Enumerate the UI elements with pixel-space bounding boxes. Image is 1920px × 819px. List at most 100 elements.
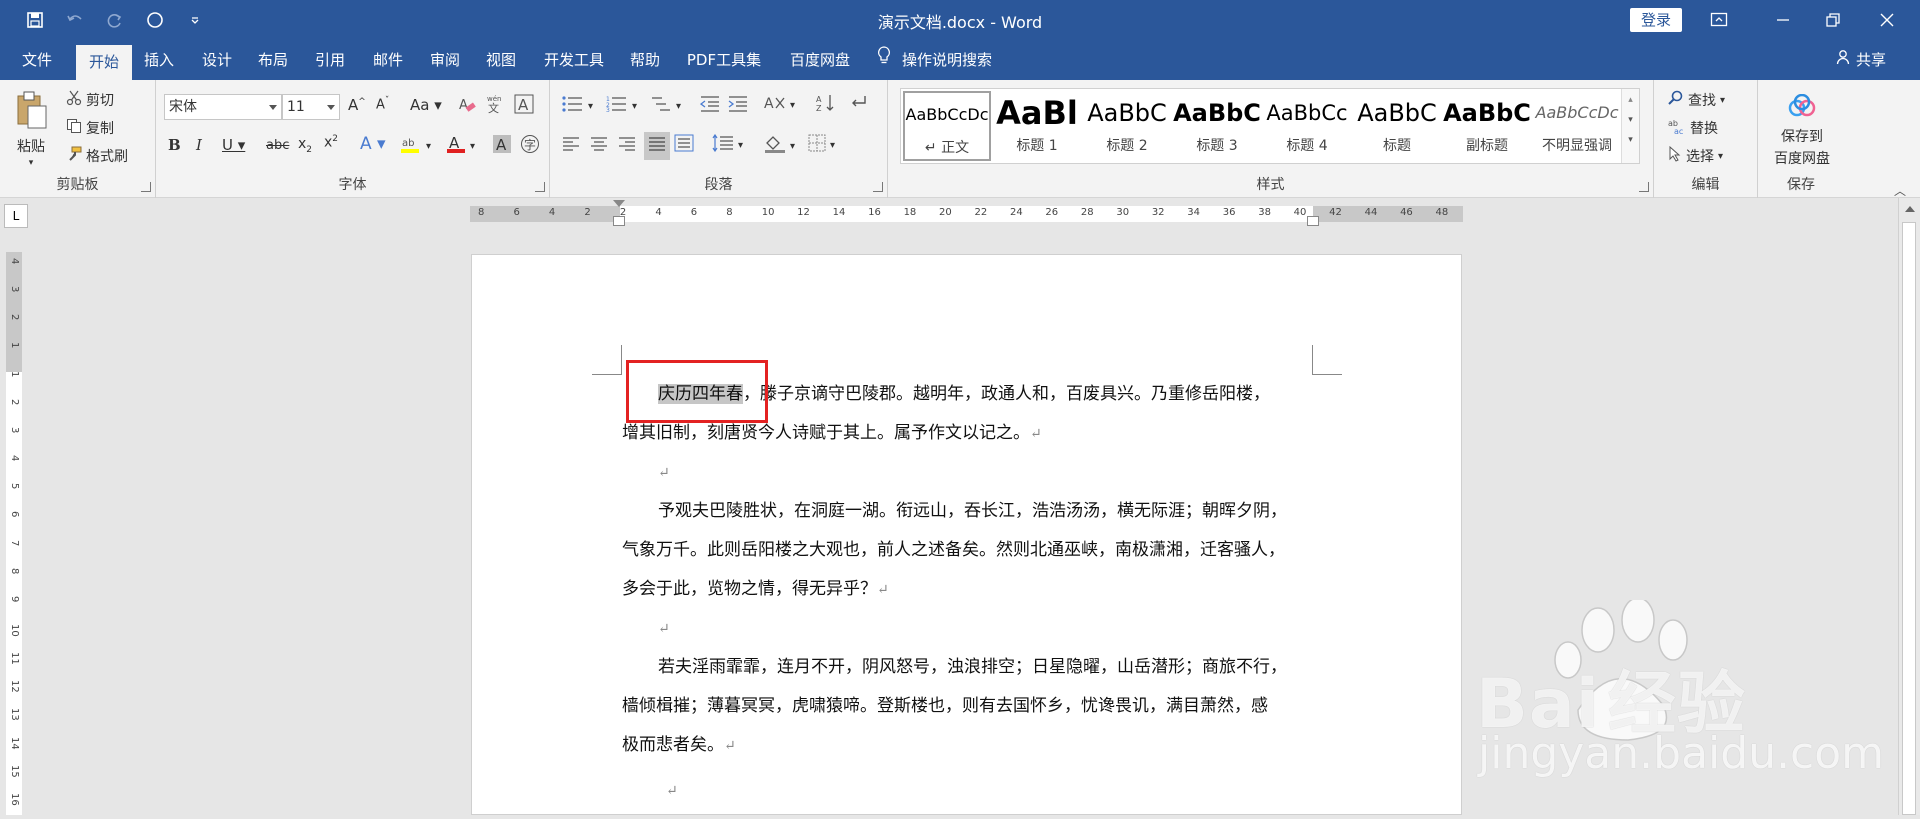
ruler-tick-label: 44 (1364, 207, 1378, 218)
paragraph-2[interactable]: 予观夫巴陵胜状，在洞庭一湖。衔远山，吞长江，浩浩汤汤，横无际涯；朝晖夕阴， 气象… (622, 492, 1312, 648)
paste-button[interactable]: 粘贴 ▾ (14, 90, 48, 168)
align-center-button[interactable] (590, 136, 608, 156)
decrease-indent-button[interactable] (699, 96, 720, 116)
login-button[interactable]: 登录 (1630, 8, 1682, 32)
align-left-button[interactable] (562, 136, 580, 156)
style-name: 标题 2 (1106, 138, 1148, 154)
ribbon-display-options-icon[interactable] (1706, 8, 1732, 32)
show-formatting-marks-button[interactable] (850, 94, 868, 114)
horizontal-ruler[interactable]: 8 6 4 2 2 4 6 8 10 12 14 16 18 20 22 24 26 28 30 32 34 36 38 40… (470, 200, 1463, 226)
superscript-button[interactable]: x2 (324, 134, 338, 151)
style-heading-4[interactable]: AaBbCc 标题 4 (1263, 91, 1351, 161)
borders-button[interactable]: ▾ (808, 134, 835, 156)
tab-baidu-netdisk[interactable]: 百度网盘 (778, 40, 862, 80)
styles-gallery-scroll[interactable]: ▴ ▾ ▾ (1621, 89, 1639, 163)
paragraph-dialog-launcher[interactable] (873, 182, 883, 192)
save-to-baidu-netdisk-button[interactable]: 保存到 百度网盘 (1766, 93, 1838, 168)
underline-button[interactable]: U ▾ (222, 136, 245, 154)
scrollbar-thumb[interactable] (1902, 222, 1916, 815)
styles-dialog-launcher[interactable] (1639, 182, 1649, 192)
style-title[interactable]: AaBbC 标题 (1353, 91, 1441, 161)
tab-view[interactable]: 视图 (476, 40, 526, 80)
phonetic-guide-button[interactable]: wén 文 (486, 94, 504, 118)
vertical-ruler[interactable]: 4 3 2 1 1 2 3 4 5 6 7 8 9 10 11 12 13 14 15 16 (6, 252, 22, 815)
style-heading-3[interactable]: AaBbC 标题 3 (1173, 91, 1261, 161)
tab-mailings[interactable]: 邮件 (363, 40, 413, 80)
tell-me-search[interactable]: 操作说明搜索 (876, 40, 1016, 80)
tab-selector[interactable]: L (4, 204, 28, 228)
paste-icon (14, 90, 48, 134)
font-size-combo[interactable]: 11 (282, 94, 340, 120)
collapse-ribbon-icon[interactable]: ︿ (1894, 182, 1906, 199)
highlight-color-button[interactable]: ab ▾ (400, 134, 431, 158)
grow-font-button[interactable]: A^ (348, 96, 366, 114)
cut-button[interactable]: 剪切 (66, 90, 114, 110)
enclose-characters-button[interactable]: 字 (520, 134, 540, 158)
tab-design[interactable]: 设计 (192, 40, 242, 80)
font-dialog-launcher[interactable] (535, 182, 545, 192)
paragraph-3[interactable]: 若夫淫雨霏霏，连月不开，阴风怒号，浊浪排空；日星隐曜，山岳潜形；商旅不行， 樯倾… (622, 648, 1312, 810)
style-heading-1[interactable]: AaBl 标题 1 (993, 91, 1081, 161)
distributed-button[interactable] (674, 134, 694, 156)
font-color-button[interactable]: A ▾ (446, 134, 475, 158)
close-icon[interactable] (1874, 8, 1900, 32)
first-line-indent-marker[interactable] (613, 200, 625, 207)
replace-button[interactable]: ab ac 替换 (1668, 118, 1718, 138)
format-painter-button[interactable]: 格式刷 (66, 146, 128, 166)
restore-icon[interactable] (1820, 8, 1846, 32)
sort-button[interactable]: AZ (816, 94, 836, 116)
clear-formatting-button[interactable]: A (458, 96, 476, 118)
style-subtitle[interactable]: AaBbC 副标题 (1443, 91, 1531, 161)
character-border-button[interactable]: A (514, 94, 534, 118)
subscript-button[interactable]: x2 (298, 136, 312, 155)
style-subtle-emphasis[interactable]: AaBbCcDc 不明显强调 (1533, 91, 1621, 161)
copy-button[interactable]: 复制 (66, 118, 114, 138)
bold-button[interactable]: B (168, 136, 181, 154)
right-indent-marker[interactable] (1307, 216, 1319, 226)
tab-insert[interactable]: 插入 (134, 40, 184, 80)
find-button[interactable]: 查找 ▾ (1668, 90, 1725, 110)
shrink-font-button[interactable]: Aˇ (376, 96, 389, 112)
line-spacing-button[interactable]: ▾ (712, 133, 743, 156)
character-shading-icon: A (492, 134, 512, 158)
shading-button[interactable]: ▾ (764, 134, 795, 158)
tab-pdf-tools[interactable]: PDF工具集 (682, 40, 766, 80)
font-name-combo[interactable]: 宋体 (164, 94, 282, 120)
tab-home[interactable]: 开始 (76, 45, 132, 80)
tab-review[interactable]: 审阅 (420, 40, 470, 80)
italic-button[interactable]: I (196, 136, 202, 154)
watermark-url: jingyan.baidu.com (1478, 728, 1885, 779)
left-indent-marker[interactable] (613, 216, 625, 226)
tab-references[interactable]: 引用 (305, 40, 355, 80)
style-heading-2[interactable]: AaBbC 标题 2 (1083, 91, 1171, 161)
character-shading-button[interactable]: A (492, 134, 512, 158)
select-button[interactable]: 选择 ▾ (1668, 145, 1723, 166)
text-effects-button[interactable]: A ▾ (360, 134, 386, 154)
decrease-indent-icon (699, 96, 720, 116)
tab-help[interactable]: 帮助 (620, 40, 670, 80)
chinese-layout-button[interactable]: A ▾ (764, 94, 795, 116)
share-button[interactable]: 共享 (1836, 40, 1896, 80)
change-case-button[interactable]: Aa ▾ (410, 96, 442, 114)
multilevel-list-button[interactable]: ▾ (650, 96, 681, 116)
align-right-button[interactable] (618, 136, 636, 156)
tab-file[interactable]: 文件 (12, 40, 62, 80)
style-normal[interactable]: AaBbCcDc ↵ 正文 (903, 91, 991, 161)
borders-icon (808, 134, 826, 156)
vertical-scrollbar[interactable] (1898, 198, 1920, 815)
strikethrough-button[interactable]: abc (266, 138, 289, 153)
svg-text:A: A (764, 96, 774, 112)
ruler-tick-label: 9 (9, 595, 20, 603)
bullets-button[interactable]: ▾ (562, 96, 593, 116)
document-page[interactable]: 庆历四年春，滕子京谪守巴陵郡。越明年，政通人和，百废具兴。乃重修岳阳楼， 增其旧… (471, 254, 1462, 815)
scroll-up-icon[interactable] (1905, 206, 1915, 212)
minimize-icon[interactable] (1770, 8, 1796, 32)
tab-developer[interactable]: 开发工具 (536, 40, 612, 80)
justify-button[interactable] (644, 132, 670, 160)
paragraph-mark: ↵ (666, 783, 678, 799)
clipboard-dialog-launcher[interactable] (141, 182, 151, 192)
editing-group-label: 编辑 (1691, 177, 1720, 193)
tab-layout[interactable]: 布局 (248, 40, 298, 80)
numbering-button[interactable]: 1 2 3 ▾ (606, 96, 637, 116)
increase-indent-button[interactable] (728, 96, 748, 116)
